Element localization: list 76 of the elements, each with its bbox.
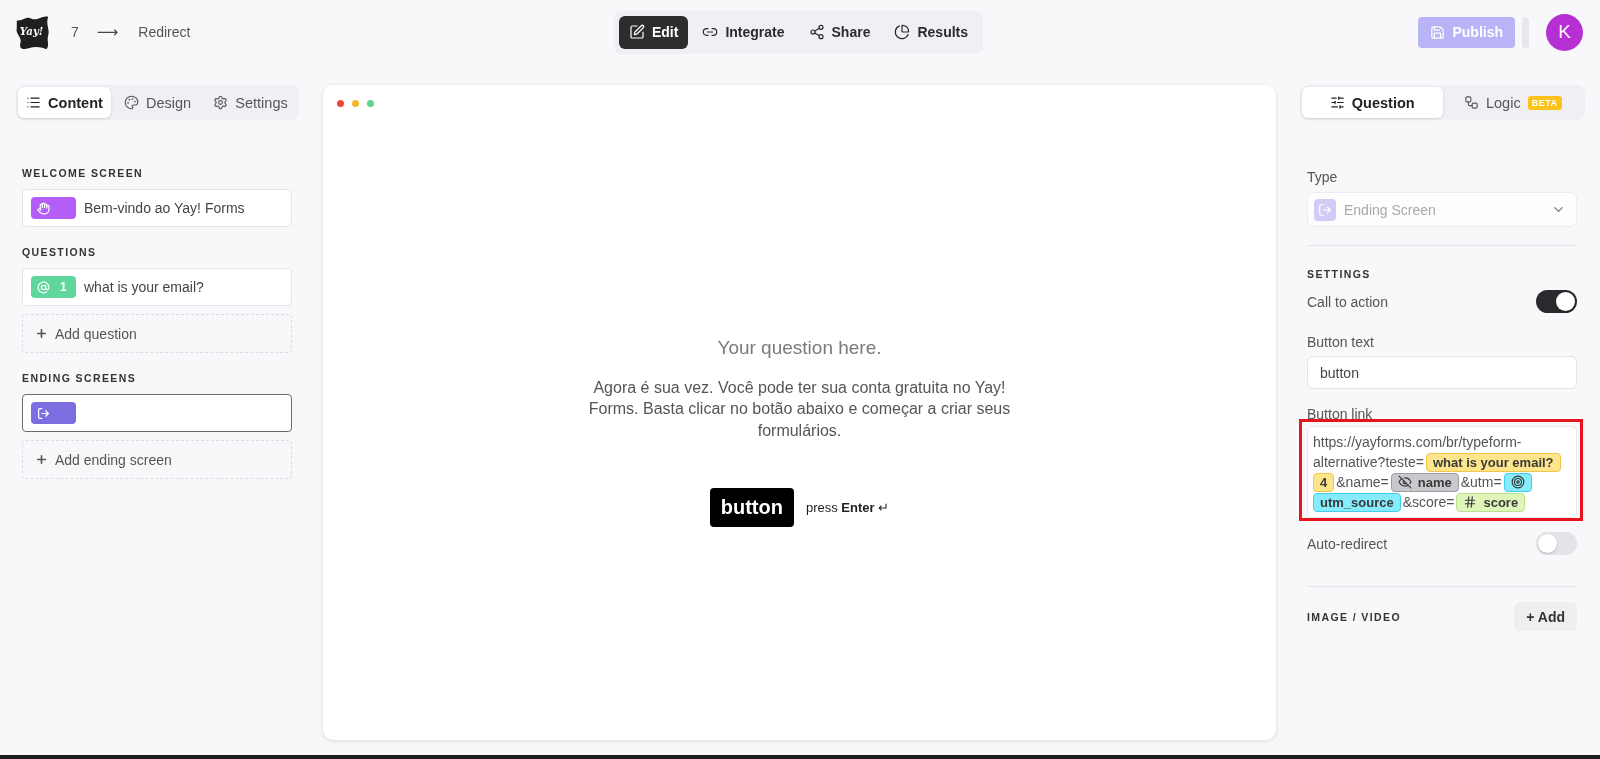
cta-button[interactable]: button: [709, 488, 794, 528]
add-button[interactable]: Add question: [22, 314, 292, 353]
share-icon: [808, 24, 825, 40]
eye-off-icon: [1397, 475, 1412, 489]
at-sign-icon: [37, 280, 50, 294]
section-heading: ENDING SCREENS: [22, 371, 138, 385]
pie-chart-icon: [894, 24, 911, 40]
breadcrumb-arrow: ⟶: [96, 23, 119, 41]
toggle-switch[interactable]: [1536, 532, 1577, 555]
form-title[interactable]: Redirect: [138, 23, 191, 41]
tag-text: what is your email?: [1432, 454, 1554, 470]
screen-item[interactable]: 1 what is your email?: [22, 268, 292, 306]
logo[interactable]: Yay!: [14, 13, 51, 51]
screen-item[interactable]: [22, 394, 292, 432]
tab-label: Logic: [1486, 94, 1521, 111]
plus-icon: [35, 453, 48, 466]
section-heading: IMAGE / VIDEO: [1307, 609, 1402, 624]
panel-tab[interactable]: Question: [1302, 87, 1443, 118]
setting-label: Auto-redirect: [1307, 535, 1388, 552]
panel-tab[interactable]: Logic BETA: [1442, 87, 1583, 118]
setting-label: Call to action: [1307, 293, 1388, 310]
panel-tab[interactable]: Content: [18, 87, 111, 118]
avatar[interactable]: K: [1546, 13, 1583, 51]
window-dot: [352, 100, 359, 107]
link-text: https://yayforms.com/br/typeform-: [1313, 434, 1522, 450]
section-heading: WELCOME SCREEN: [22, 166, 145, 180]
link-text: &score=: [1402, 494, 1455, 510]
item-title: Bem-vindo ao Yay! Forms: [84, 200, 245, 216]
button-text-input[interactable]: button: [1307, 356, 1577, 389]
section-heading: SETTINGS: [1307, 267, 1372, 281]
link-text: alternative?teste=: [1313, 454, 1424, 470]
field-label: Button text: [1307, 334, 1375, 350]
add-button[interactable]: Add ending screen: [22, 440, 292, 479]
item-title: what is your email?: [84, 279, 204, 295]
target-icon: [1510, 475, 1525, 489]
exit-icon: [1314, 198, 1336, 221]
window-dot: [367, 100, 374, 107]
tag-text: score: [1483, 494, 1519, 510]
beta-badge: BETA: [1527, 95, 1562, 110]
settings-icon: [213, 95, 229, 110]
nav-tab[interactable]: Share: [798, 15, 881, 49]
window-dot: [337, 100, 344, 107]
flow-icon: [1464, 95, 1479, 110]
list-icon: [26, 95, 42, 110]
pen-icon: [628, 24, 645, 40]
select-value: Ending Screen: [1344, 201, 1437, 218]
link-text: &utm=: [1460, 474, 1502, 490]
panel-tab[interactable]: Design: [111, 87, 204, 118]
field-label: Button link: [1307, 406, 1374, 422]
save-icon: [1430, 24, 1446, 40]
question-number: 1: [60, 280, 67, 294]
hand-icon: [37, 201, 50, 215]
exit-icon: [37, 406, 50, 420]
question-title: Your question here.: [717, 335, 882, 360]
palette-icon: [123, 95, 139, 110]
tag-text: name: [1417, 474, 1452, 490]
toggle-switch[interactable]: [1536, 290, 1577, 313]
question-description: Agora é sua vez. Você pode ter sua conta gratuita no Yay! Forms. Basta clicar no botão abaixo e começar a criar seus formulários.: [587, 377, 1012, 441]
screen-item[interactable]: Bem-vindo ao Yay! Forms: [22, 189, 292, 227]
nav-tab[interactable]: Integrate: [692, 15, 795, 49]
form-number: 7: [71, 23, 79, 41]
link-input[interactable]: https://yayforms.com/br/typeform- alternative?teste= what is your email? 4 &name= name &utm= utm_source &score= score: [1307, 426, 1577, 518]
nav-tab[interactable]: Edit: [618, 15, 689, 49]
link-text: &name=: [1336, 474, 1389, 490]
field-label: Type: [1307, 169, 1339, 185]
tag-text: 4: [1320, 474, 1328, 490]
plus-icon: [35, 327, 48, 340]
section-heading: QUESTIONS: [22, 245, 98, 259]
keyboard-hint: press Enter ↵: [805, 500, 890, 516]
sliders-icon: [1329, 95, 1345, 110]
tag-text: utm_source: [1320, 494, 1394, 510]
tab-label: Question: [1351, 94, 1415, 111]
hash-icon: [1463, 495, 1478, 509]
nav-tab[interactable]: Results: [884, 15, 979, 49]
panel-tab[interactable]: Settings: [204, 87, 297, 118]
add-media-button[interactable]: + Add: [1514, 602, 1577, 631]
